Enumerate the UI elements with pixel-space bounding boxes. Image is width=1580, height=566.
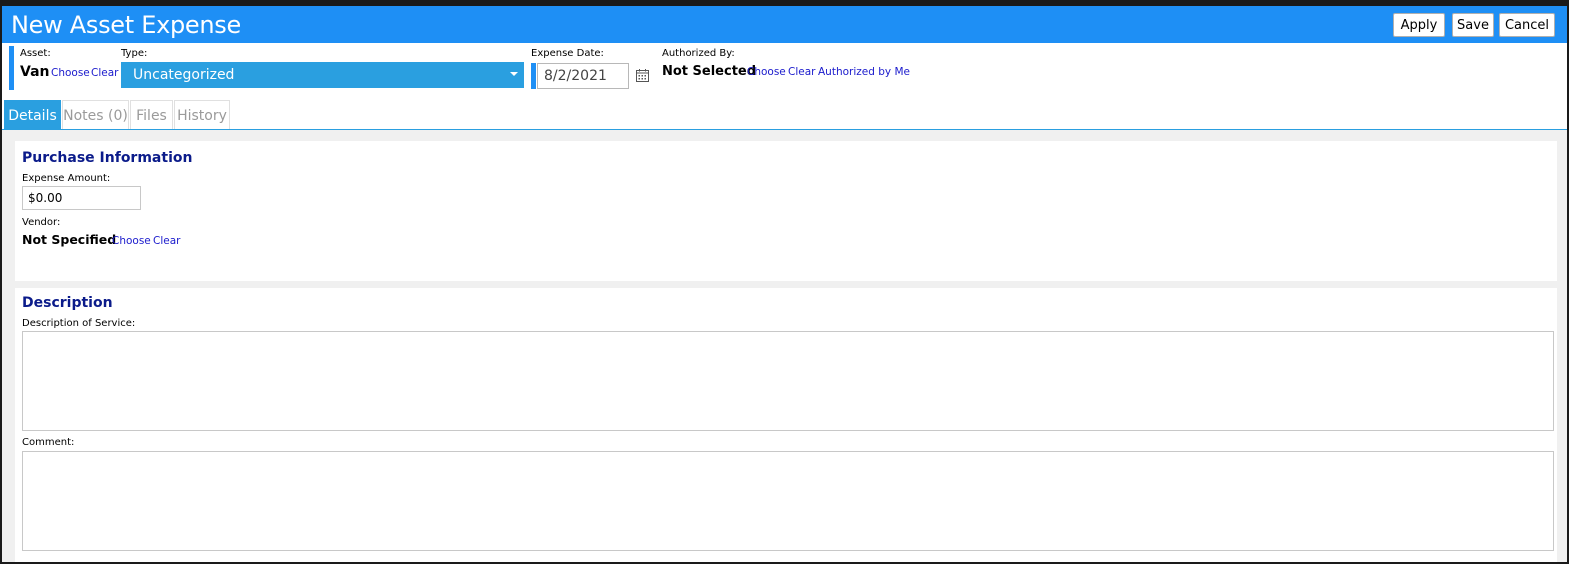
purchase-information-panel: Purchase Information Expense Amount: $0.… [15,141,1557,281]
tab-history[interactable]: History [174,100,230,130]
tab-notes[interactable]: Notes (0) [62,100,129,130]
title-bar: New Asset Expense Apply Save Cancel [2,6,1567,43]
calendar-icon[interactable] [636,69,649,82]
asset-required-marker [9,46,14,90]
vendor-choose-link[interactable]: Choose [112,235,151,247]
authorized-by-clear-link[interactable]: Clear [788,66,815,78]
description-of-service-textarea[interactable] [22,331,1554,431]
expense-amount-input[interactable]: $0.00 [22,186,141,210]
expense-date-label: Expense Date: [531,48,604,59]
comment-label: Comment: [22,437,75,448]
asset-expense-window: New Asset Expense Apply Save Cancel Asse… [0,0,1569,564]
authorized-by-choose-link[interactable]: Choose [747,66,786,78]
header-fields: Asset: Van Choose Clear Type: Uncategori… [2,43,1567,101]
asset-label: Asset: [20,48,51,59]
cancel-button[interactable]: Cancel [1499,13,1555,37]
authorized-by-value: Not Selected [662,64,757,79]
authorized-by-me-link[interactable]: Authorized by Me [818,66,910,78]
comment-textarea[interactable] [22,451,1554,551]
expense-amount-label: Expense Amount: [22,173,111,184]
asset-value: Van [20,64,50,80]
tab-details[interactable]: Details [4,100,61,130]
chevron-down-icon [510,72,518,76]
tab-files[interactable]: Files [130,100,173,130]
details-content: Purchase Information Expense Amount: $0.… [2,130,1567,562]
type-selected-value: Uncategorized [133,67,235,83]
apply-button[interactable]: Apply [1393,13,1445,37]
vendor-value: Not Specified [22,232,117,247]
expense-date-required-marker [531,63,536,89]
vendor-label: Vendor: [22,217,61,228]
save-button[interactable]: Save [1452,13,1494,37]
asset-choose-link[interactable]: Choose [51,67,90,79]
purchase-information-title: Purchase Information [22,150,193,166]
window-title: New Asset Expense [11,11,241,39]
description-panel: Description Description of Service: Comm… [15,288,1557,562]
description-of-service-label: Description of Service: [22,318,136,329]
expense-date-input[interactable]: 8/2/2021 [537,63,629,89]
type-label: Type: [121,48,148,59]
asset-clear-link[interactable]: Clear [91,67,118,79]
authorized-by-label: Authorized By: [662,48,735,59]
type-select[interactable]: Uncategorized [121,62,524,88]
vendor-clear-link[interactable]: Clear [153,235,180,247]
description-title: Description [22,295,113,311]
